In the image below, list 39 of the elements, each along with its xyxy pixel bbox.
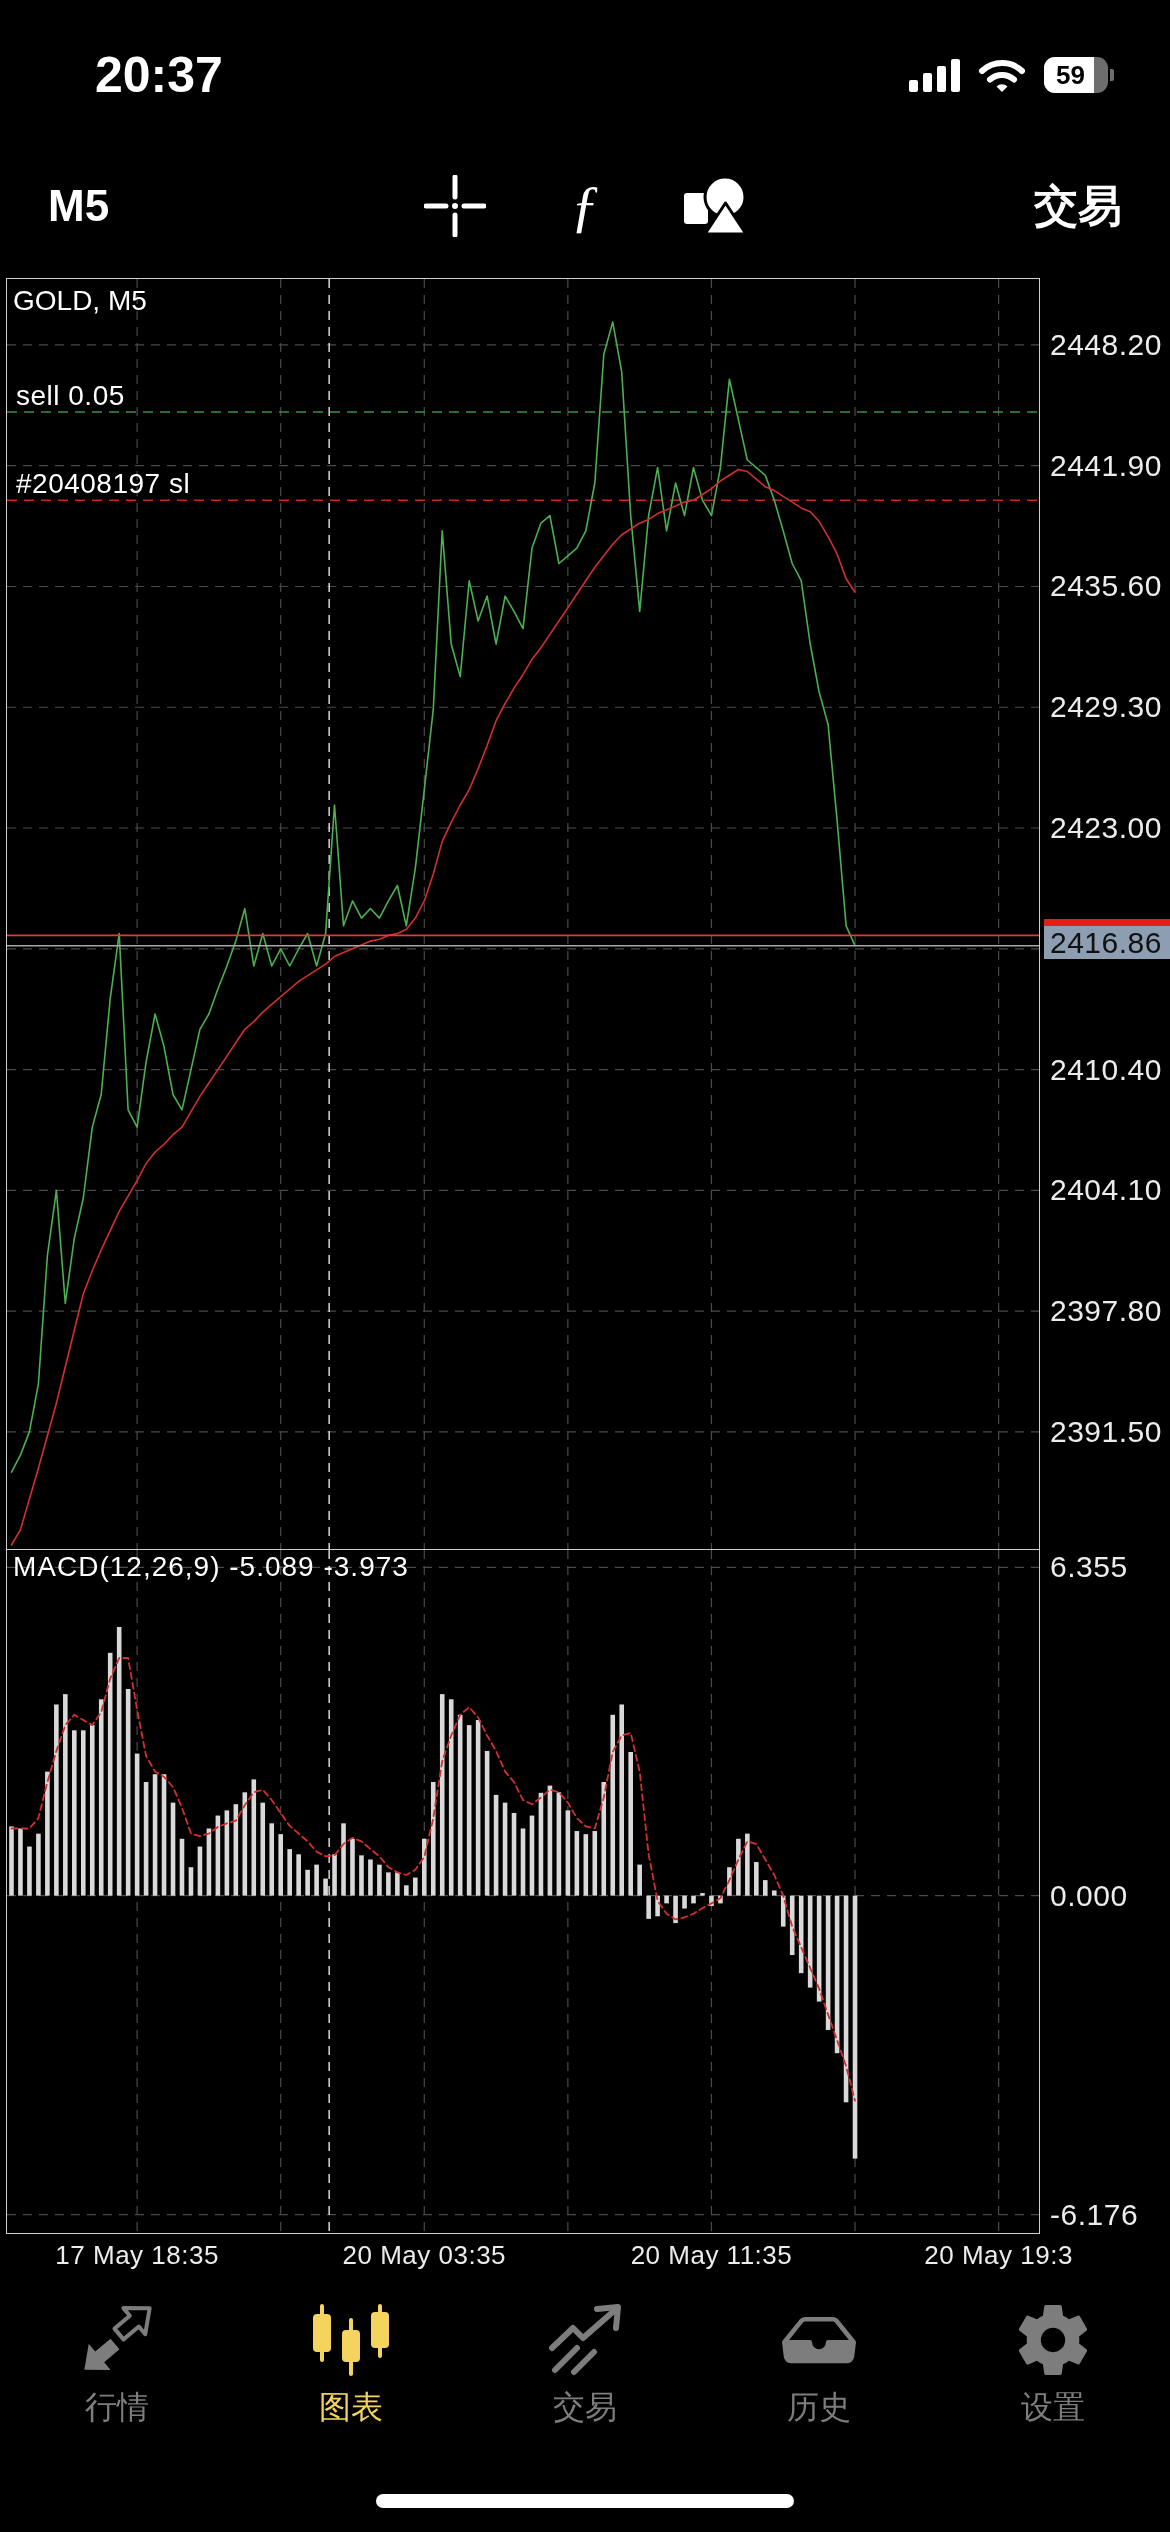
crosshair-icon bbox=[424, 175, 486, 237]
tab[interactable]: 设置 bbox=[1014, 2304, 1092, 2426]
indicator-title: MACD(12,26,9) -5.089 -3.973 bbox=[13, 1551, 409, 1583]
macd-axis-label: 0.000 bbox=[1050, 1877, 1128, 1914]
clock-time: 20:37 bbox=[95, 50, 223, 100]
shapes-icon bbox=[684, 177, 746, 235]
price-axis-label: 2404.10 bbox=[1050, 1172, 1162, 1209]
order-label: sell 0.05 bbox=[16, 380, 125, 413]
candlestick-icon bbox=[313, 2304, 389, 2376]
cellular-signal-icon bbox=[909, 58, 960, 92]
stop-loss-label: #20408197 sl bbox=[16, 468, 191, 501]
time-axis-label: 20 May 11:35 bbox=[630, 2239, 793, 2271]
price-axis-label: 2448.20 bbox=[1050, 326, 1162, 363]
time-axis-label: 20 May 03:35 bbox=[342, 2239, 507, 2271]
battery-cap-icon bbox=[1110, 69, 1114, 81]
wifi-icon bbox=[978, 58, 1026, 92]
tab[interactable]: 行情 bbox=[79, 2304, 155, 2426]
function-button[interactable]: ƒ bbox=[554, 175, 616, 237]
crosshair-button[interactable] bbox=[424, 175, 486, 237]
trade-button[interactable]: 交易 bbox=[1034, 184, 1122, 228]
price-axis-label: 2435.60 bbox=[1050, 568, 1162, 605]
timeframe-button[interactable]: M5 bbox=[48, 184, 110, 228]
price-axis-label: 2391.50 bbox=[1050, 1413, 1162, 1450]
macd-axis-label: -6.176 bbox=[1050, 2196, 1139, 2233]
price-axis-label: 2423.00 bbox=[1050, 810, 1162, 846]
tab[interactable]: 历史 bbox=[782, 2304, 856, 2426]
time-axis-label: 20 May 19:3 bbox=[924, 2239, 1073, 2271]
macd-axis-label: 6.355 bbox=[1050, 1549, 1128, 1586]
tab[interactable]: 交易 bbox=[547, 2304, 623, 2426]
time-axis-label: 17 May 18:35 bbox=[55, 2239, 219, 2271]
battery-percentage: 59 bbox=[1056, 62, 1085, 88]
price-axis-label: 2410.40 bbox=[1050, 1051, 1162, 1088]
price-axis-label: 2429.30 bbox=[1050, 689, 1162, 726]
chart-title: GOLD, M5 bbox=[13, 285, 147, 317]
tab[interactable]: 图表 bbox=[313, 2304, 389, 2426]
price-axis-label: 2397.80 bbox=[1050, 1293, 1162, 1330]
price-axis-label: 2441.90 bbox=[1050, 447, 1162, 484]
trend-arrow-icon bbox=[547, 2304, 623, 2376]
current-price-label: 2416.86 bbox=[1044, 925, 1170, 959]
